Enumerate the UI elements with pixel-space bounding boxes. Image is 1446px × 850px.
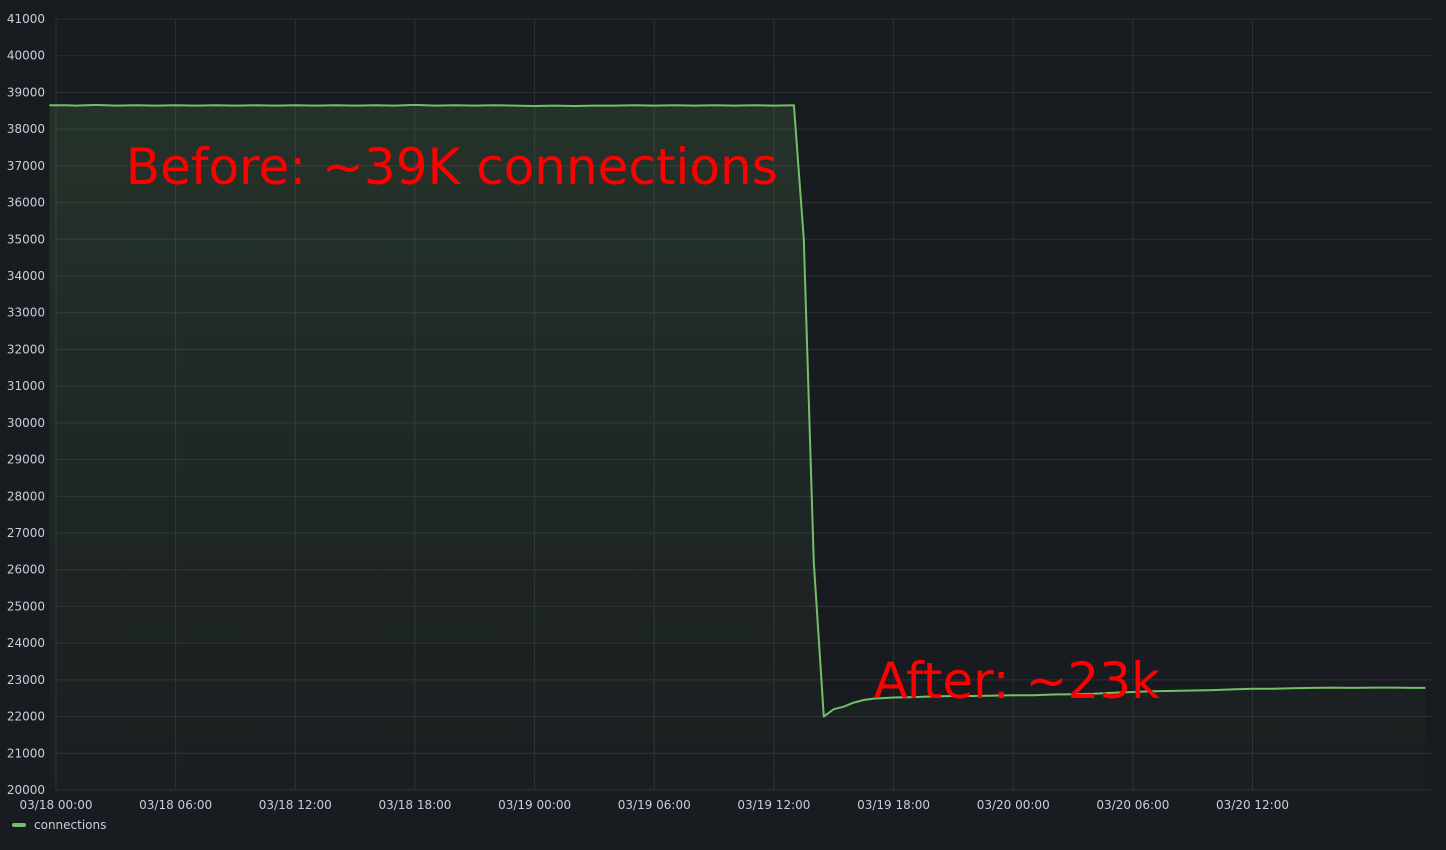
y-tick-label: 26000 xyxy=(7,563,45,577)
y-tick-label: 21000 xyxy=(7,746,45,760)
legend-label: connections xyxy=(34,818,107,832)
y-tick-label: 28000 xyxy=(7,489,45,503)
y-tick-label: 38000 xyxy=(7,122,45,136)
x-tick-label: 03/19 06:00 xyxy=(618,798,691,812)
y-tick-label: 36000 xyxy=(7,196,45,210)
y-tick-label: 31000 xyxy=(7,379,45,393)
series-layer xyxy=(49,103,1426,790)
annotation-text: After: ~23k xyxy=(874,652,1160,710)
x-tick-label: 03/19 18:00 xyxy=(857,798,930,812)
y-tick-label: 22000 xyxy=(7,710,45,724)
x-tick-label: 03/18 00:00 xyxy=(20,798,93,812)
y-tick-label: 25000 xyxy=(7,599,45,613)
legend[interactable]: connections xyxy=(12,818,106,832)
y-tick-label: 34000 xyxy=(7,269,45,283)
y-tick-label: 30000 xyxy=(7,416,45,430)
chart-svg: 20000 21000 22000 23000 24000 25000 26000 27000… xyxy=(7,12,1432,812)
y-tick-label: 29000 xyxy=(7,453,45,467)
x-tick-label: 03/18 18:00 xyxy=(378,798,451,812)
x-tick-label: 03/20 12:00 xyxy=(1216,798,1289,812)
y-tick-label: 24000 xyxy=(7,636,45,650)
y-tick-label: 40000 xyxy=(7,49,45,63)
x-tick-label: 03/18 06:00 xyxy=(139,798,212,812)
y-tick-label: 20000 xyxy=(7,783,45,797)
y-tick-label: 37000 xyxy=(7,159,45,173)
x-tick-label: 03/18 12:00 xyxy=(259,798,332,812)
x-tick-label: 03/20 06:00 xyxy=(1096,798,1169,812)
legend-swatch xyxy=(12,823,26,827)
y-tick-label: 33000 xyxy=(7,306,45,320)
x-tick-label: 03/19 00:00 xyxy=(498,798,571,812)
x-tick-label: 03/20 00:00 xyxy=(977,798,1050,812)
x-tick-label: 03/19 12:00 xyxy=(737,798,810,812)
y-tick-label: 41000 xyxy=(7,12,45,26)
connections-chart: 20000 21000 22000 23000 24000 25000 26000 27000… xyxy=(0,0,1446,846)
y-tick-label: 35000 xyxy=(7,232,45,246)
annotation-text: Before: ~39K connections xyxy=(126,138,778,196)
series-area-fill xyxy=(49,104,1426,790)
y-tick-label: 32000 xyxy=(7,342,45,356)
y-tick-label: 27000 xyxy=(7,526,45,540)
y-tick-label: 39000 xyxy=(7,85,45,99)
y-tick-label: 23000 xyxy=(7,673,45,687)
